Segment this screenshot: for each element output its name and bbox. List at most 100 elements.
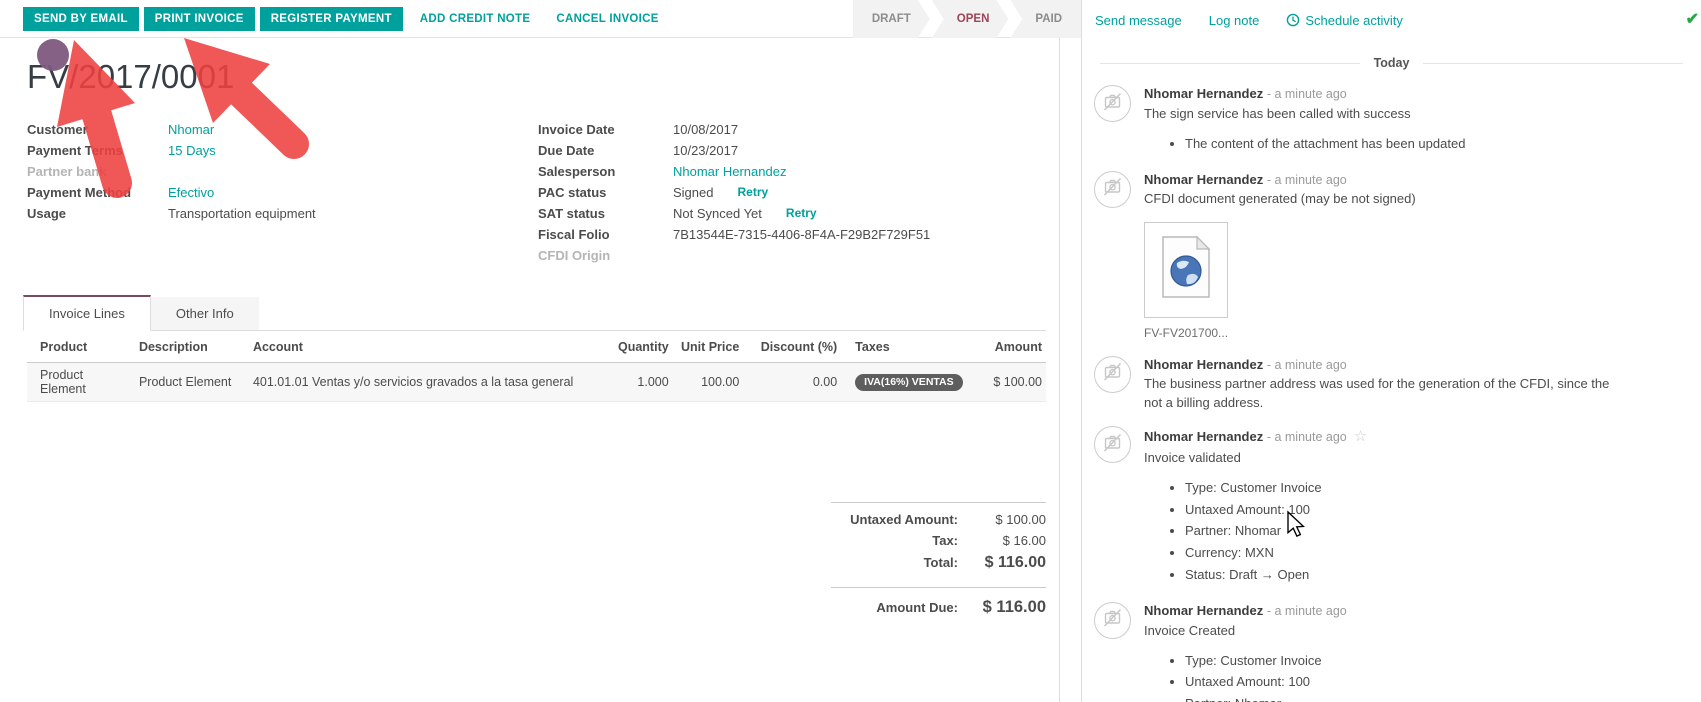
author-name[interactable]: Nhomar Hernandez (1144, 429, 1263, 444)
author-name[interactable]: Nhomar Hernandez (1144, 357, 1263, 372)
col-description: Description (134, 331, 249, 363)
field-value: 10/08/2017 (673, 122, 739, 137)
untaxed-amount-value: $ 100.00 (995, 512, 1046, 527)
file-globe-icon (1161, 235, 1211, 305)
field-label: PAC status (538, 185, 607, 200)
total-row: Total: $ 116.00 (831, 551, 1046, 575)
field-label: Payment Terms (27, 143, 123, 158)
col-quantity: Quantity (612, 331, 673, 363)
avatar-no-image-icon (1102, 91, 1123, 117)
field-value[interactable]: Efectivo (168, 183, 214, 202)
retry-link[interactable]: Retry (737, 183, 768, 202)
col-unit-price: Unit Price (672, 331, 744, 363)
field-value[interactable]: Nhomar Hernandez (673, 162, 786, 181)
message-body: The business partner address was used fo… (1144, 376, 1610, 411)
stage-draft[interactable]: DRAFT (853, 0, 930, 38)
bullet-item: Untaxed Amount: 100 (1185, 501, 1367, 520)
col-account: Account (248, 331, 613, 363)
field-label: Fiscal Folio (538, 227, 610, 242)
log-note-button[interactable]: Log note (1209, 13, 1260, 28)
author-name[interactable]: Nhomar Hernandez (1144, 603, 1263, 618)
cell-unit-price: 100.00 (701, 375, 740, 389)
star-icon[interactable]: ☆ (1354, 428, 1367, 445)
stage-open[interactable]: OPEN (932, 0, 1009, 38)
author-name[interactable]: Nhomar Hernandez (1144, 172, 1263, 187)
print-invoice-button[interactable]: PRINT INVOICE (143, 6, 255, 31)
field-value: Signed (673, 185, 714, 200)
stage-paid[interactable]: PAID (1010, 0, 1081, 38)
message: Nhomar Hernandez - a minute ago Invoice C… (1082, 591, 1701, 702)
avatar (1094, 85, 1131, 122)
field-value: Not Synced Yet (673, 206, 762, 221)
field-label: Usage (27, 206, 67, 221)
tab-invoice-lines[interactable]: Invoice Lines (23, 295, 151, 331)
tax-value: $ 16.00 (1002, 533, 1046, 548)
field-row-pac-status: PAC status Signed Retry (538, 183, 1018, 202)
amount-due-row: Amount Due: $ 116.00 (831, 588, 1046, 620)
field-row-usage: Usage Transportation equipment (27, 204, 538, 223)
invoice-sheet: FV/2017/0001 Customer Nhomar Payment Terms… (0, 38, 1060, 702)
send-message-button[interactable]: Send message (1095, 13, 1182, 28)
author-name[interactable]: Nhomar Hernandez (1144, 86, 1263, 101)
add-credit-note-button[interactable]: ADD CREDIT NOTE (408, 7, 543, 31)
avatar-no-image-icon (1102, 176, 1123, 202)
avatar (1094, 170, 1131, 208)
message-timestamp: - a minute ago (1266, 87, 1347, 101)
tax-row: Tax: $ 16.00 (831, 530, 1046, 551)
bullet-item: Type: Customer Invoice (1185, 479, 1367, 498)
message-content: Nhomar Hernandez - a minute ago CFDI docu… (1144, 171, 1416, 343)
cell-quantity: 1.000 (637, 375, 669, 389)
field-row-sat-status: SAT status Not Synced Yet Retry (538, 204, 1018, 223)
action-button-group: SEND BY EMAIL PRINT INVOICE REGISTER PAYME… (23, 6, 673, 31)
send-by-email-button[interactable]: SEND BY EMAIL (23, 6, 139, 31)
message-content: Nhomar Hernandez - a minute ago Invoice C… (1144, 602, 1347, 702)
avatar-no-image-icon (1102, 432, 1123, 458)
message: Nhomar Hernandez - a minute ago The busin… (1082, 345, 1701, 416)
field-label: CFDI Origin (538, 248, 611, 263)
bullet-item: Type: Customer Invoice (1185, 652, 1347, 671)
field-label: Invoice Date (538, 122, 615, 137)
field-value[interactable]: 15 Days (168, 141, 216, 160)
attachment-thumbnail (1144, 222, 1228, 319)
field-label: Salesperson (538, 164, 616, 179)
schedule-activity-button[interactable]: Schedule activity (1286, 13, 1403, 28)
message-header: Nhomar Hernandez - a minute ago (1144, 85, 1465, 104)
field-value[interactable]: Nhomar (168, 120, 214, 139)
bullet-item: Untaxed Amount: 100 (1185, 673, 1347, 692)
col-amount: Amount (985, 331, 1046, 363)
total-value: $ 116.00 (984, 554, 1046, 571)
message-timestamp: - a minute ago (1266, 172, 1347, 187)
invoice-lines-table: Product Description Account Quantity Uni… (27, 331, 1046, 402)
schedule-activity-label: Schedule activity (1305, 12, 1403, 28)
field-value: Transportation equipment (168, 206, 316, 221)
divider-line-left (1100, 62, 1360, 64)
main-form-region: SEND BY EMAIL PRINT INVOICE REGISTER PAYME… (0, 0, 1081, 702)
message: Nhomar Hernandez - a minute ago The sign … (1082, 74, 1701, 160)
message-content: Nhomar Hernandez - a minute ago The busin… (1144, 356, 1609, 414)
message-bullet-list: Type: Customer Invoice Untaxed Amount: 10… (1144, 652, 1347, 702)
attachment-filename: FV-FV201700... (1144, 326, 1229, 341)
cancel-invoice-button[interactable]: CANCEL INVOICE (544, 7, 670, 31)
status-pipeline: DRAFT OPEN PAID (851, 0, 1081, 38)
col-discount: Discount (%) (743, 331, 842, 363)
invoice-line-row[interactable]: Product Element Product Element 401.01.0… (27, 362, 1046, 402)
avatar (1094, 426, 1131, 464)
col-taxes: Taxes (841, 331, 986, 363)
tab-other-info[interactable]: Other Info (150, 297, 259, 330)
field-value: 10/23/2017 (673, 143, 739, 158)
message-header: Nhomar Hernandez - a minute ago (1144, 602, 1347, 621)
register-payment-button[interactable]: REGISTER PAYMENT (259, 6, 403, 31)
avatar-no-image-icon (1102, 361, 1123, 387)
field-label: Customer (27, 122, 88, 137)
chatter-panel: Send message Log note Schedule activity … (1081, 0, 1701, 702)
attachment-card[interactable]: FV-FV201700... (1144, 222, 1228, 342)
cell-account: 401.01.01 Ventas y/o servicios gravados … (252, 375, 574, 389)
untaxed-amount-label: Untaxed Amount: (850, 512, 958, 527)
bullet-item: Partner: Nhomar (1185, 522, 1367, 541)
message-done-check-icon[interactable]: ✔ (1686, 9, 1699, 29)
retry-link[interactable]: Retry (786, 204, 817, 223)
message-bullet-list: Type: Customer Invoice Untaxed Amount: 10… (1144, 479, 1367, 585)
invoice-fields: Customer Nhomar Payment Terms 15 Days Partne… (27, 120, 1046, 267)
amount-due-value: $ 116.00 (982, 598, 1046, 616)
bullet-item: Currency: MXN (1185, 544, 1367, 563)
